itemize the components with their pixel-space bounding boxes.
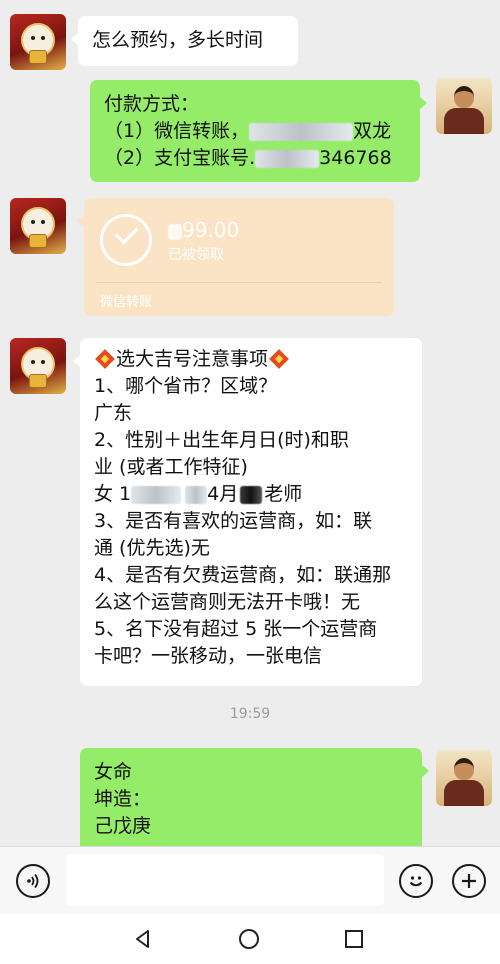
message-bubble[interactable]: 怎么预约，多长时间 xyxy=(71,16,298,66)
home-icon[interactable] xyxy=(238,928,260,950)
message-text: 怎么预约，多长时间 xyxy=(92,29,264,51)
recents-icon[interactable] xyxy=(343,928,365,950)
message-text-line: （1）微信转账， 双龙 xyxy=(104,120,392,142)
redacted-text xyxy=(240,485,263,504)
message-text: 么这个运营商则无法开卡哦！无 xyxy=(94,591,361,613)
message-text: 业 (或者工作特征) xyxy=(94,456,248,478)
divider xyxy=(96,282,382,283)
emoji-icon xyxy=(409,876,423,887)
redacted-text xyxy=(249,122,354,141)
my-avatar[interactable] xyxy=(436,78,492,134)
voice-icon xyxy=(27,873,39,889)
contact-avatar[interactable] xyxy=(10,198,66,254)
message-title: 选大吉号注意事项 xyxy=(94,346,408,373)
message-text: 付款方式： xyxy=(104,93,200,115)
wechat-transfer-card[interactable]: 99.00 已被领取 微信转账 xyxy=(77,198,394,316)
message-text: 3、是否有喜欢的运营商，如：联 xyxy=(94,510,373,532)
check-icon xyxy=(100,214,152,266)
redacted-text xyxy=(131,485,182,504)
message-text: 5、名下没有超过 5 张一个运营商 xyxy=(94,618,378,640)
message-text: 4、是否有欠费运营商，如：联通那 xyxy=(94,564,392,586)
diamond-emoji-icon xyxy=(269,349,289,369)
message-text: 1、哪个省市？区域？ xyxy=(94,375,278,397)
transfer-type-label: 微信转账 xyxy=(100,295,153,310)
contact-avatar[interactable] xyxy=(10,338,66,394)
plus-icon xyxy=(462,874,476,888)
message-text: 通 (优先选)无 xyxy=(94,537,210,559)
voice-button[interactable] xyxy=(16,864,50,898)
system-navigation-bar xyxy=(0,914,500,964)
message-text: 2、性别＋出生年月日(时)和职 xyxy=(94,429,349,451)
chat-area[interactable]: 怎么预约，多长时间 付款方式： （1）微信转账， 双龙 （2）支付宝账号. 3467… xyxy=(0,0,500,846)
message-text: 己戊庚 xyxy=(94,815,152,837)
message-text-line: （2）支付宝账号. 346768 xyxy=(104,147,392,169)
my-avatar[interactable] xyxy=(436,750,492,806)
redacted-text xyxy=(255,149,320,168)
message-text-line: 女 1 4月 老师 xyxy=(94,483,303,505)
message-bubble[interactable]: 付款方式： （1）微信转账， 双龙 （2）支付宝账号. 346768 xyxy=(90,80,427,182)
message-bubble[interactable]: 女命 坤造： 己戊庚 xyxy=(80,748,429,846)
message-text: 坤造： xyxy=(94,788,152,810)
diamond-emoji-icon xyxy=(95,349,115,369)
message-bubble[interactable]: 选大吉号注意事项 1、哪个省市？区域？ 广东 2、性别＋出生年月日(时)和职 业… xyxy=(73,338,422,686)
message-text: 卡吧？一张移动，一张电信 xyxy=(94,645,323,667)
message-timestamp: 19:59 xyxy=(229,706,271,722)
emoji-button[interactable] xyxy=(399,864,433,898)
message-text: 广东 xyxy=(94,402,133,424)
input-bar xyxy=(0,846,500,914)
redacted-text xyxy=(185,485,208,504)
back-icon[interactable] xyxy=(132,928,154,950)
more-button[interactable] xyxy=(452,864,486,898)
transfer-status: 已被领取 xyxy=(168,247,224,263)
contact-avatar[interactable] xyxy=(10,14,66,70)
message-text: 女命 xyxy=(94,761,133,783)
transfer-amount: 99.00 xyxy=(168,218,239,242)
message-input[interactable] xyxy=(66,854,384,906)
redacted-text xyxy=(168,223,182,240)
